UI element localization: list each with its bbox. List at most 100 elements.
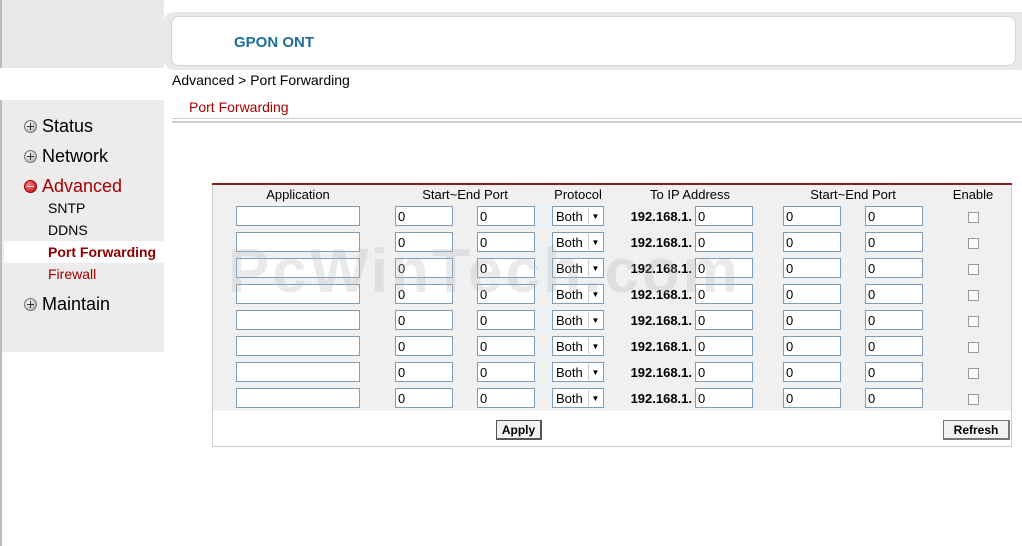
enable-checkbox[interactable] [967,315,979,327]
protocol-select[interactable]: Both ▼ [552,232,605,252]
application-cell [213,359,383,385]
to-start-port-cell [771,359,853,385]
to-start-port-input[interactable] [783,310,842,330]
end-port-input[interactable] [477,362,535,382]
to-start-port-cell [771,281,853,307]
ip-last-octet-input[interactable] [695,232,754,252]
menu-maintain[interactable]: Maintain [24,294,110,315]
ip-prefix-label: 192.168.1. [630,312,693,328]
to-end-port-input[interactable] [865,284,924,304]
ip-prefix-cell: 192.168.1. [609,255,695,281]
enable-checkbox[interactable] [967,289,979,301]
ip-last-cell [695,385,771,411]
start-port-input[interactable] [395,206,453,226]
application-input[interactable] [236,206,360,226]
application-input[interactable] [236,258,360,278]
to-end-port-cell [853,333,935,359]
protocol-select[interactable]: Both ▼ [552,362,605,382]
start-port-cell [383,203,465,229]
application-input[interactable] [236,310,360,330]
to-end-port-input[interactable] [865,336,924,356]
ip-last-octet-input[interactable] [695,258,754,278]
table-row: Both ▼ 192.168.1. [213,307,1011,333]
protocol-select[interactable]: Both ▼ [552,258,605,278]
to-start-port-cell [771,333,853,359]
chevron-down-icon: ▼ [588,260,602,276]
start-port-input[interactable] [395,336,453,356]
end-port-input[interactable] [477,206,535,226]
ip-last-octet-input[interactable] [695,362,754,382]
start-port-input[interactable] [395,258,453,278]
application-cell [213,229,383,255]
protocol-select[interactable]: Both ▼ [552,336,605,356]
protocol-select[interactable]: Both ▼ [552,284,605,304]
ip-last-octet-input[interactable] [695,388,754,408]
to-end-port-input[interactable] [865,388,924,408]
start-port-input[interactable] [395,388,453,408]
to-end-port-input[interactable] [865,310,924,330]
ip-last-octet-input[interactable] [695,206,754,226]
enable-checkbox[interactable] [967,211,979,223]
protocol-select[interactable]: Both ▼ [552,206,605,226]
protocol-cell: Both ▼ [547,307,609,333]
start-port-cell [383,333,465,359]
to-start-port-input[interactable] [783,284,842,304]
ip-last-cell [695,229,771,255]
end-port-input[interactable] [477,284,535,304]
end-port-input[interactable] [477,388,535,408]
start-port-input[interactable] [395,232,453,252]
to-start-port-input[interactable] [783,258,842,278]
enable-checkbox[interactable] [967,341,979,353]
application-input[interactable] [236,232,360,252]
start-port-cell [383,385,465,411]
enable-checkbox[interactable] [967,367,979,379]
end-port-input[interactable] [477,310,535,330]
to-start-port-input[interactable] [783,336,842,356]
protocol-select[interactable]: Both ▼ [552,310,605,330]
application-input[interactable] [236,336,360,356]
start-port-input[interactable] [395,284,453,304]
application-cell [213,307,383,333]
end-port-input[interactable] [477,232,535,252]
to-end-port-input[interactable] [865,258,924,278]
refresh-button[interactable]: Refresh [943,420,1010,440]
menu-advanced[interactable]: Advanced [24,176,122,197]
sidebar-item-port-forwarding[interactable]: Port Forwarding [4,241,166,263]
enable-cell [935,255,1011,281]
to-end-port-input[interactable] [865,362,924,382]
title-divider [172,118,1022,123]
enable-checkbox[interactable] [967,237,979,249]
enable-checkbox[interactable] [967,393,979,405]
to-end-port-input[interactable] [865,232,924,252]
application-cell [213,255,383,281]
ip-last-octet-input[interactable] [695,284,754,304]
ip-prefix-cell: 192.168.1. [609,203,695,229]
chevron-down-icon: ▼ [588,364,602,380]
to-start-port-input[interactable] [783,232,842,252]
table-row: Both ▼ 192.168.1. [213,229,1011,255]
protocol-select[interactable]: Both ▼ [552,388,605,408]
to-start-port-input[interactable] [783,206,842,226]
end-port-input[interactable] [477,336,535,356]
ip-last-octet-input[interactable] [695,336,754,356]
protocol-cell: Both ▼ [547,255,609,281]
application-input[interactable] [236,362,360,382]
start-port-input[interactable] [395,310,453,330]
end-port-input[interactable] [477,258,535,278]
enable-checkbox[interactable] [967,263,979,275]
ip-last-octet-input[interactable] [695,310,754,330]
application-input[interactable] [236,284,360,304]
to-end-port-input[interactable] [865,206,924,226]
sidebar-item-ddns[interactable]: DDNS [4,219,166,241]
apply-button[interactable]: Apply [496,420,542,440]
ip-last-cell [695,333,771,359]
sidebar-item-firewall[interactable]: Firewall [4,263,166,285]
menu-status[interactable]: Status [24,116,93,137]
sidebar-item-sntp[interactable]: SNTP [4,197,166,219]
menu-network[interactable]: Network [24,146,108,167]
to-start-port-input[interactable] [783,388,842,408]
to-start-port-input[interactable] [783,362,842,382]
application-input[interactable] [236,388,360,408]
start-port-input[interactable] [395,362,453,382]
expand-plus-icon [24,120,37,133]
